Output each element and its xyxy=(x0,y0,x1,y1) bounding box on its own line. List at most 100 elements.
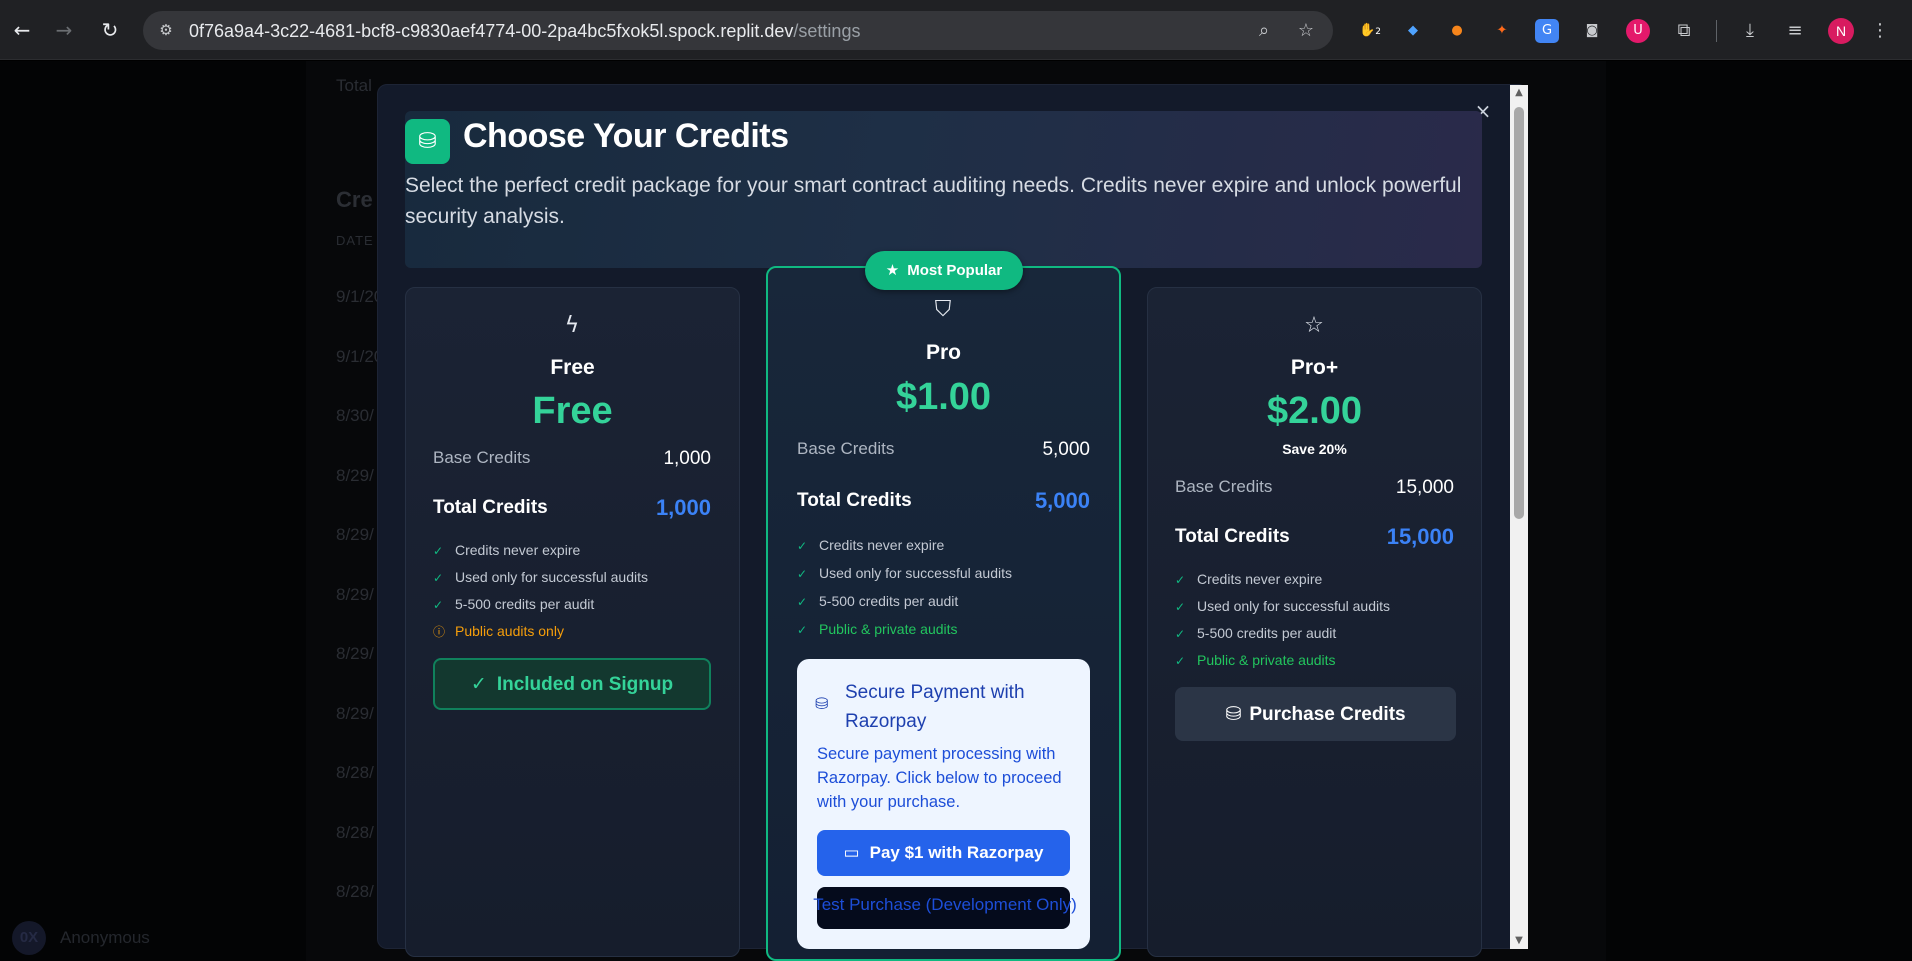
extension-puzzle-badge-icon[interactable]: ✋2 xyxy=(1358,19,1382,43)
check-icon: ✓ xyxy=(1175,654,1186,668)
purchase-credits-button[interactable]: ⛁ Purchase Credits xyxy=(1175,687,1456,741)
bg-row: 8/29/ xyxy=(336,525,374,544)
check-icon: ✓ xyxy=(797,595,808,609)
check-icon: ✓ xyxy=(1175,627,1186,641)
modal-scrollbar[interactable]: ▲ ▼ xyxy=(1510,85,1528,949)
check-icon: ✓ xyxy=(433,571,444,585)
alert-circle-icon: ⓘ xyxy=(433,625,446,639)
feature-item: ✓ Credits never expire xyxy=(433,542,581,558)
bg-date-header: DATE xyxy=(336,233,374,248)
test-purchase-label[interactable]: Test Purchase (Development Only) xyxy=(790,895,1100,915)
coins-icon: ⛁ xyxy=(405,119,450,164)
most-popular-badge: ★ Most Popular xyxy=(865,251,1023,290)
download-icon[interactable]: ⤓ xyxy=(1738,19,1762,43)
check-icon: ✓ xyxy=(797,567,808,581)
total-credits-value: 1,000 xyxy=(655,495,711,520)
check-icon: ✓ xyxy=(433,598,444,612)
bg-user-name: Anonymous xyxy=(60,928,150,947)
total-credits-label: Total Credits xyxy=(797,490,912,511)
base-credits-value: 5,000 xyxy=(1042,439,1090,460)
bg-section-heading: Cre xyxy=(336,187,373,212)
bg-row: 8/29/ xyxy=(336,704,374,723)
coins-icon: ⛁ xyxy=(1225,703,1242,725)
feature-item: ✓ 5-500 credits per audit xyxy=(1175,625,1337,641)
reload-icon[interactable]: ↻ xyxy=(96,16,124,44)
media-control-icon[interactable]: ≡ xyxy=(1783,19,1807,43)
translate-icon[interactable]: G xyxy=(1535,19,1559,43)
save-badge: Save 20% xyxy=(1282,441,1347,457)
lightning-icon: ϟ xyxy=(564,313,580,338)
base-credits-label: Base Credits xyxy=(433,448,531,467)
bg-total-text: Total xyxy=(336,76,372,95)
total-credits-label: Total Credits xyxy=(1175,526,1290,547)
modal-description: Select the perfect credit package for yo… xyxy=(405,174,1462,228)
feature-item: ✓ Public & private audits xyxy=(1175,652,1336,668)
bg-row: 8/29/ xyxy=(336,644,374,663)
feature-item: ✓ Used only for successful audits xyxy=(1175,598,1390,614)
feature-item: ✓ Credits never expire xyxy=(797,537,945,553)
feature-item-warning: ⓘ Public audits only xyxy=(433,623,564,639)
base-credits-label: Base Credits xyxy=(1175,477,1273,496)
check-icon: ✓ xyxy=(797,539,808,553)
feature-item: ✓ 5-500 credits per audit xyxy=(433,596,595,612)
site-settings-icon[interactable]: ⚙ xyxy=(155,20,177,42)
plan-card-free xyxy=(405,287,740,957)
metamask-icon[interactable]: ● xyxy=(1445,19,1469,43)
ublock-icon[interactable]: U xyxy=(1626,19,1650,43)
feature-item: ✓ Used only for successful audits xyxy=(797,565,1012,581)
plan-name: Pro+ xyxy=(1290,356,1339,379)
bg-row: 8/29/ xyxy=(336,585,374,604)
total-credits-value: 15,000 xyxy=(1386,524,1454,549)
shield-icon: ⛉ xyxy=(934,297,952,322)
scroll-up-icon[interactable]: ▲ xyxy=(1514,87,1524,99)
check-icon: ✓ xyxy=(470,673,487,695)
feature-item: ✓ Used only for successful audits xyxy=(433,569,648,585)
feature-item: ✓ Public & private audits xyxy=(797,621,958,637)
toolbar-divider xyxy=(1716,20,1717,42)
camera-icon[interactable]: ◙ xyxy=(1580,19,1604,43)
bg-row: 8/29/ xyxy=(336,466,374,485)
star-outline-icon: ☆ xyxy=(1304,313,1324,338)
base-credits-value: 15,000 xyxy=(1395,477,1454,498)
plan-price: Free xyxy=(532,390,613,432)
rabby-extension-icon[interactable]: ✦ xyxy=(1490,19,1514,43)
total-credits-value: 5,000 xyxy=(1034,488,1090,513)
zoom-icon[interactable]: ⌕ xyxy=(1253,20,1275,42)
check-icon: ✓ xyxy=(1175,573,1186,587)
plan-name: Pro xyxy=(925,341,961,364)
bg-row: 8/28/ xyxy=(336,763,374,782)
payment-title: Secure Payment with Razorpay xyxy=(845,682,1025,732)
back-icon[interactable]: ← xyxy=(8,16,36,44)
credit-card-icon: ▭ xyxy=(843,843,860,863)
check-icon: ✓ xyxy=(1175,600,1186,614)
feature-item: ✓ 5-500 credits per audit xyxy=(797,593,959,609)
plan-card-pro-plus xyxy=(1147,287,1482,957)
base-credits-value: 1,000 xyxy=(663,448,711,469)
bg-user-chip: 0X Anonymous xyxy=(12,921,150,955)
pay-with-razorpay-button[interactable]: ▭ Pay $1 with Razorpay xyxy=(817,830,1070,876)
bg-user-avatar: 0X xyxy=(12,921,46,955)
check-icon: ✓ xyxy=(797,623,808,637)
star-icon: ★ xyxy=(885,261,900,279)
profile-avatar[interactable]: N xyxy=(1828,18,1854,44)
url-text[interactable]: 0f76a9a4-3c22-4681-bcf8-c9830aef4774-00-… xyxy=(189,21,860,42)
bg-row: 8/30/ xyxy=(336,406,374,425)
modal-title: Choose Your Credits xyxy=(463,117,789,155)
scroll-down-icon[interactable]: ▼ xyxy=(1514,935,1524,947)
feature-item: ✓ Credits never expire xyxy=(1175,571,1323,587)
scrollbar-thumb[interactable] xyxy=(1514,107,1524,519)
payment-description: Secure payment processing with Razorpay.… xyxy=(817,745,1062,811)
bg-row: 8/28/ xyxy=(336,882,374,901)
gem-extension-icon[interactable]: ◆ xyxy=(1401,19,1425,43)
total-credits-label: Total Credits xyxy=(433,497,548,518)
menu-kebab-icon[interactable]: ⋮ xyxy=(1868,19,1892,43)
plan-name: Free xyxy=(550,356,595,379)
address-bar[interactable]: ⚙ 0f76a9a4-3c22-4681-bcf8-c9830aef4774-0… xyxy=(143,11,1333,50)
base-credits-label: Base Credits xyxy=(797,439,895,458)
bookmark-star-icon[interactable]: ☆ xyxy=(1295,20,1317,42)
extensions-puzzle-icon[interactable]: ⧉ xyxy=(1672,19,1696,43)
forward-icon[interactable]: → xyxy=(50,16,78,44)
bg-row: 8/28/ xyxy=(336,823,374,842)
included-on-signup-button[interactable]: ✓ Included on Signup xyxy=(433,658,711,710)
check-icon: ✓ xyxy=(433,544,444,558)
